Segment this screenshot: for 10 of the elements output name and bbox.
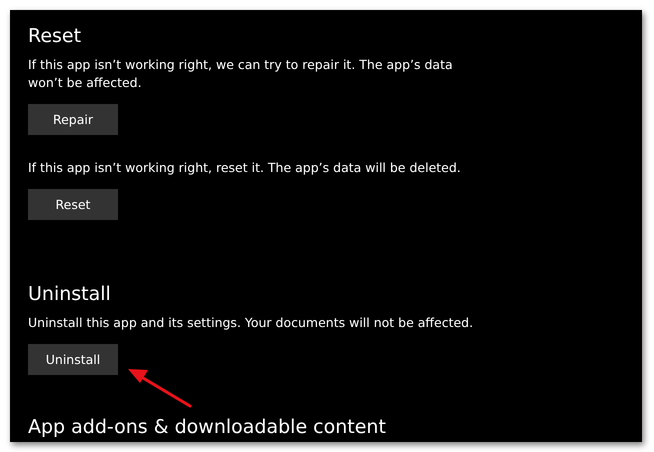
arrow-annotation [128, 366, 192, 408]
description-text: If this app isn’t working right, reset it. The app’s data will be deleted. [28, 159, 461, 177]
description-text: Uninstall this app and its settings. Your documents will not be affected. [28, 314, 474, 332]
description-text: If this app isn’t working right, we can try to repair it. The app’s data won’t be affected. [28, 56, 454, 92]
section-heading: App add-ons & downloadable content [28, 415, 386, 439]
action-button[interactable]: Repair [28, 104, 118, 135]
action-button[interactable]: Uninstall [28, 344, 118, 375]
section-heading: Uninstall [28, 282, 111, 306]
section-heading: Reset [28, 24, 82, 48]
action-button[interactable]: Reset [28, 189, 118, 220]
